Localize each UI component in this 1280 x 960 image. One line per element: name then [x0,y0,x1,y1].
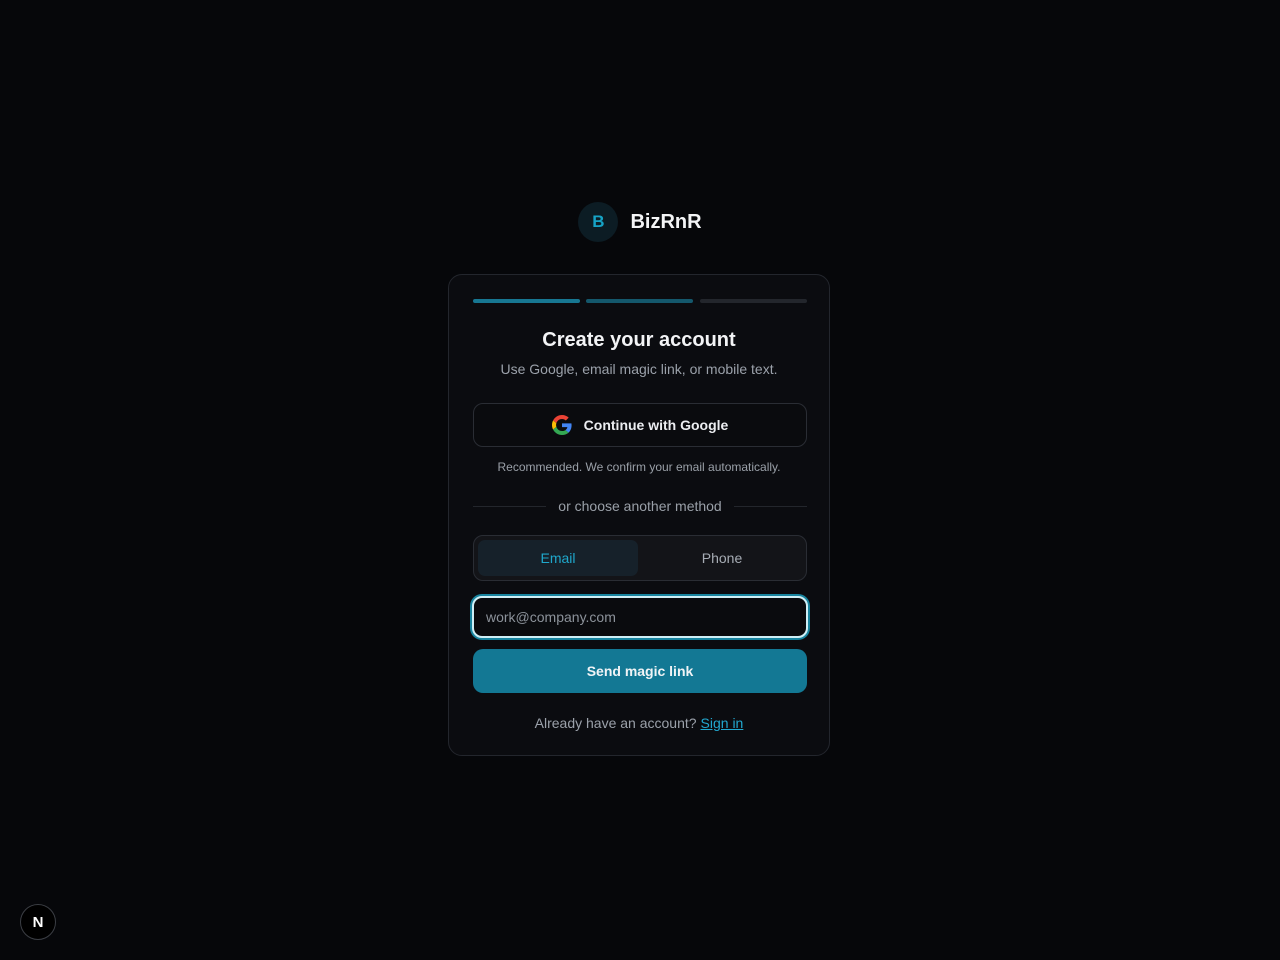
google-icon [551,415,572,435]
nextjs-logo-icon[interactable]: N [20,904,56,940]
email-field[interactable] [472,596,808,638]
divider-line-left [473,505,547,507]
method-divider: or choose another method [473,497,808,515]
continue-with-google-label: Continue with Google [583,417,729,433]
signup-card: Create your account Use Google, email ma… [448,274,830,756]
progress-step-1 [473,299,580,303]
tab-phone[interactable]: Phone [642,540,802,576]
google-hint: Recommended. We confirm your email autom… [497,460,781,474]
signin-prompt-text: Already have an account? [534,715,697,731]
brand-name: BizRnR [630,210,702,233]
brand-logo: B [578,202,619,242]
divider-text: or choose another method [558,498,722,514]
send-magic-link-button[interactable]: Send magic link [473,649,807,693]
continue-with-google-button[interactable]: Continue with Google [473,403,807,447]
tab-email[interactable]: Email [478,540,638,576]
brand-header: B BizRnR [0,202,1280,242]
method-tabs: Email Phone [473,535,807,581]
signin-prompt: Already have an account? Sign in [449,715,829,731]
progress-steps [473,299,807,303]
progress-step-2 [586,299,693,303]
page-subtitle: Use Google, email magic link, or mobile … [500,361,778,377]
progress-step-3 [700,299,807,303]
page-title: Create your account [542,329,736,351]
sign-in-link[interactable]: Sign in [701,715,744,731]
divider-line-right [733,505,808,507]
